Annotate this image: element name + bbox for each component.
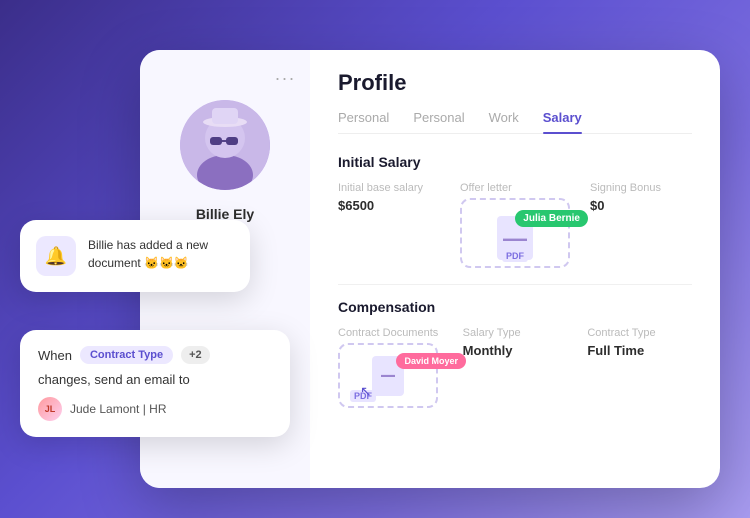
compensation-section: Compensation Contract Documents ▬▬ PDF ↖… xyxy=(338,299,692,408)
notification-text: Billie has added a new document 🐱🐱🐱 xyxy=(88,236,234,272)
page-title: Profile xyxy=(338,70,692,96)
initial-salary-section: Initial Salary Initial base salary $6500… xyxy=(338,154,692,268)
david-name-tag: David Moyer xyxy=(396,353,466,369)
field-contract-type: Contract Type Full Time xyxy=(587,327,692,408)
cursor-icon2: ↖ xyxy=(360,383,372,400)
field-value-bonus: $0 xyxy=(590,198,692,213)
avatar xyxy=(180,100,270,190)
workflow-count-badge[interactable]: +2 xyxy=(181,346,210,364)
avatar-svg xyxy=(180,100,270,190)
workflow-user-avatar: JL xyxy=(38,397,62,421)
tab-salary[interactable]: Salary xyxy=(543,110,582,133)
compensation-title: Compensation xyxy=(338,299,692,315)
julia-name-tag: Julia Bernie xyxy=(515,210,588,227)
field-label-contract-type: Contract Type xyxy=(587,327,692,339)
field-base-salary: Initial base salary $6500 xyxy=(338,182,440,268)
notification-card: 🔔 Billie has added a new document 🐱🐱🐱 xyxy=(20,220,250,292)
field-offer-letter: Offer letter ▬▬▬ PDF ↖ Julia Bernie xyxy=(460,182,570,268)
pdf-label: PDF xyxy=(502,250,528,262)
pdf-lines: ▬▬▬ xyxy=(503,234,527,243)
user-initials: JL xyxy=(45,404,56,414)
tab-personal2[interactable]: Personal xyxy=(413,110,464,133)
tabs-bar: Personal Personal Work Salary xyxy=(338,110,692,134)
field-contract-docs: Contract Documents ▬▬ PDF ↖ David Moyer xyxy=(338,327,443,408)
pdf-lines2: ▬▬ xyxy=(381,372,395,379)
field-value-contract-type: Full Time xyxy=(587,343,692,358)
field-signing-bonus: Signing Bonus $0 xyxy=(590,182,692,268)
workflow-when-label: When xyxy=(38,348,72,363)
tab-work[interactable]: Work xyxy=(489,110,519,133)
workflow-user-name: Jude Lamont | HR xyxy=(70,402,167,416)
notification-icon-wrap: 🔔 xyxy=(36,236,76,276)
sidebar-dots[interactable]: ... xyxy=(275,64,296,85)
bell-icon: 🔔 xyxy=(45,246,67,267)
field-label-salary-type: Salary Type xyxy=(463,327,568,339)
workflow-card: When Contract Type +2 changes, send an e… xyxy=(20,330,290,437)
field-label-offer: Offer letter xyxy=(460,182,570,194)
field-value-salary-type: Monthly xyxy=(463,343,568,358)
initial-salary-title: Initial Salary xyxy=(338,154,692,170)
tab-personal1[interactable]: Personal xyxy=(338,110,389,133)
field-label-contract-docs: Contract Documents xyxy=(338,327,443,339)
field-label-base: Initial base salary xyxy=(338,182,440,194)
field-value-base: $6500 xyxy=(338,198,440,213)
field-salary-type: Salary Type Monthly xyxy=(463,327,568,408)
workflow-contract-badge[interactable]: Contract Type xyxy=(80,346,173,364)
workflow-line2-text: changes, send an email to xyxy=(38,372,272,387)
pdf-card-offer[interactable]: ▬▬▬ PDF ↖ Julia Bernie xyxy=(460,198,570,268)
field-label-bonus: Signing Bonus xyxy=(590,182,692,194)
pdf-card-contract[interactable]: ▬▬ PDF ↖ David Moyer xyxy=(338,343,438,408)
main-content: Profile Personal Personal Work Salary In… xyxy=(310,50,720,488)
